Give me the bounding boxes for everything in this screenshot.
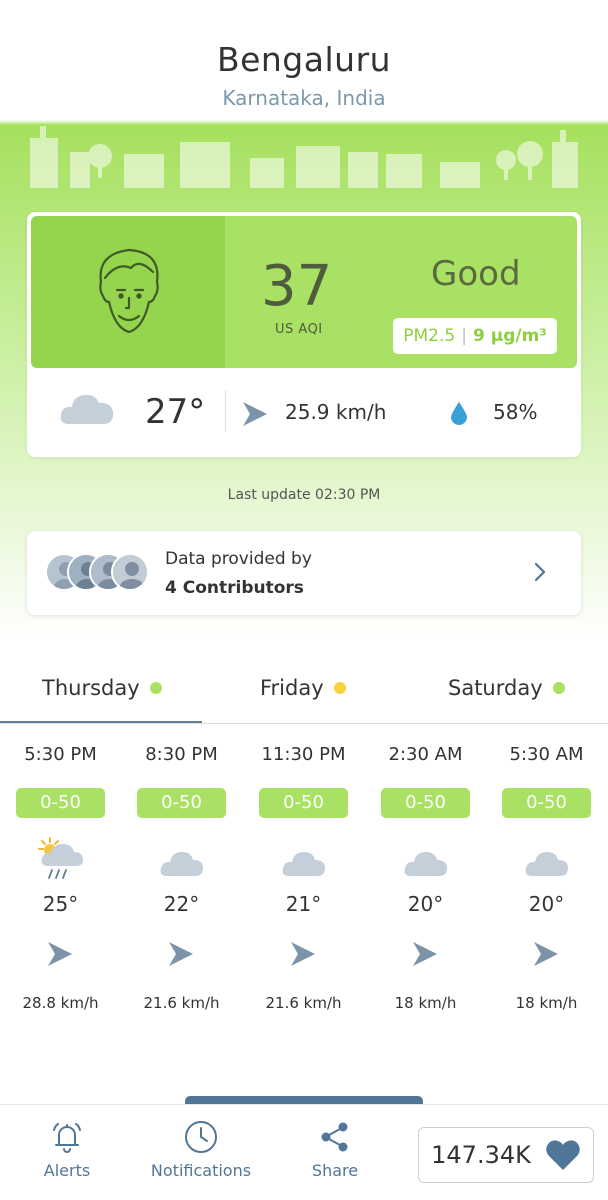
hour-temperature: 20°	[407, 892, 444, 916]
tab-label: Friday	[260, 676, 324, 700]
cloud-icon	[60, 394, 114, 424]
aqi-status-dot	[149, 682, 162, 694]
hourly-item: 5:30 AM 0-50 20° 18 km/h	[486, 740, 607, 1030]
wind-direction-icon	[169, 942, 193, 966]
share-label: Share	[311, 1161, 359, 1180]
share-icon	[321, 1122, 348, 1152]
aqi-card[interactable]: 37 US AQI Good PM2.5 | 9 µg/m³ 27° 25.9 …	[27, 212, 581, 457]
aqi-range-badge: 0-50	[137, 788, 226, 818]
wind-direction-icon	[413, 942, 437, 966]
chevron-right-icon	[534, 562, 546, 582]
notifications-label: Notifications	[150, 1161, 252, 1180]
divider	[225, 390, 226, 432]
face-panel	[31, 216, 225, 368]
hour-wind-speed: 18 km/h	[394, 994, 457, 1012]
bottom-navigation: Alerts Notifications Share 147.34K	[0, 1104, 608, 1200]
region-name: Karnataka, India	[222, 86, 386, 110]
hour-time: 5:30 AM	[509, 744, 584, 765]
contributors-label: Data provided by	[165, 549, 312, 569]
hourly-item: 8:30 PM 0-50 22° 21.6 km/h	[121, 740, 242, 1030]
aqi-unit: US AQI	[275, 322, 323, 337]
last-update-text: Last update 02:30 PM	[227, 487, 381, 503]
contributors-count: 4 Contributors	[165, 578, 304, 598]
clock-icon	[185, 1121, 217, 1153]
like-button[interactable]: 147.34K	[418, 1127, 594, 1183]
humidity-drop-icon	[451, 402, 467, 425]
wind-direction-icon	[243, 402, 267, 426]
notifications-button[interactable]: Notifications	[146, 1119, 256, 1180]
tab-saturday[interactable]: Saturday	[448, 676, 565, 700]
tab-label: Thursday	[42, 676, 140, 700]
hour-temperature: 21°	[285, 892, 322, 916]
aqi-status-dot	[552, 682, 565, 694]
contributor-avatars	[45, 553, 155, 593]
hour-temperature: 20°	[528, 892, 565, 916]
hour-time: 11:30 PM	[261, 744, 346, 765]
tab-friday[interactable]: Friday	[260, 676, 346, 700]
tab-label: Saturday	[448, 676, 543, 700]
pollutant-value: 9 µg/m³	[472, 326, 547, 346]
aqi-value: 37	[261, 254, 333, 319]
pollutant-name: PM2.5	[403, 326, 456, 346]
bell-icon	[53, 1123, 81, 1153]
contributors-card[interactable]: Data provided by 4 Contributors	[27, 531, 581, 615]
smiling-face-icon	[99, 248, 159, 334]
hourly-forecast[interactable]: 5:30 PM 0-50 25° 28.8 km/h 8:30 PM 0-50 …	[0, 740, 608, 1030]
hourly-item: 2:30 AM 0-50 20° 18 km/h	[365, 740, 486, 1030]
cloud-icon	[160, 852, 203, 876]
hour-wind-speed: 18 km/h	[515, 994, 578, 1012]
current-humidity: 58%	[493, 400, 538, 424]
sun-cloud-rain-icon	[38, 837, 83, 879]
hourly-item: 11:30 PM 0-50 21° 21.6 km/h	[243, 740, 364, 1030]
aqi-level: Good	[431, 254, 521, 294]
tab-thursday[interactable]: Thursday	[42, 676, 162, 700]
wind-direction-icon	[291, 942, 315, 966]
aqi-range-badge: 0-50	[502, 788, 591, 818]
hour-temperature: 22°	[163, 892, 200, 916]
aqi-range-badge: 0-50	[381, 788, 470, 818]
active-tab-indicator	[0, 721, 202, 723]
city-name: Bengaluru	[216, 40, 392, 79]
hour-temperature: 25°	[42, 892, 79, 916]
main-pollutant-badge: PM2.5 | 9 µg/m³	[393, 318, 557, 354]
current-wind-speed: 25.9 km/h	[285, 400, 387, 424]
day-tabs: Thursday Friday Saturday	[0, 670, 608, 724]
aqi-summary-panel: 37 US AQI Good PM2.5 | 9 µg/m³	[31, 216, 577, 368]
alerts-button[interactable]: Alerts	[36, 1119, 98, 1180]
hourly-item: 5:30 PM 0-50 25° 28.8 km/h	[0, 740, 121, 1030]
hour-time: 5:30 PM	[24, 744, 97, 765]
cloud-icon	[282, 852, 325, 876]
hour-wind-speed: 28.8 km/h	[22, 994, 99, 1012]
alerts-label: Alerts	[43, 1161, 91, 1180]
aqi-range-badge: 0-50	[16, 788, 105, 818]
wind-direction-icon	[48, 942, 72, 966]
wind-direction-icon	[534, 942, 558, 966]
hour-wind-speed: 21.6 km/h	[143, 994, 220, 1012]
heart-icon	[546, 1140, 580, 1170]
hour-time: 8:30 PM	[145, 744, 218, 765]
cloud-icon	[404, 852, 447, 876]
like-count: 147.34K	[431, 1141, 531, 1169]
share-button[interactable]: Share	[302, 1119, 368, 1180]
aqi-status-dot	[333, 682, 346, 694]
hour-time: 2:30 AM	[388, 744, 463, 765]
cloud-icon	[525, 852, 568, 876]
pollutant-separator: |	[461, 326, 467, 346]
aqi-range-badge: 0-50	[259, 788, 348, 818]
current-weather-row: 27° 25.9 km/h 58%	[27, 372, 581, 457]
avatar	[111, 553, 149, 591]
city-skyline-illustration	[30, 126, 578, 188]
hour-wind-speed: 21.6 km/h	[265, 994, 342, 1012]
current-temperature: 27°	[145, 392, 206, 432]
